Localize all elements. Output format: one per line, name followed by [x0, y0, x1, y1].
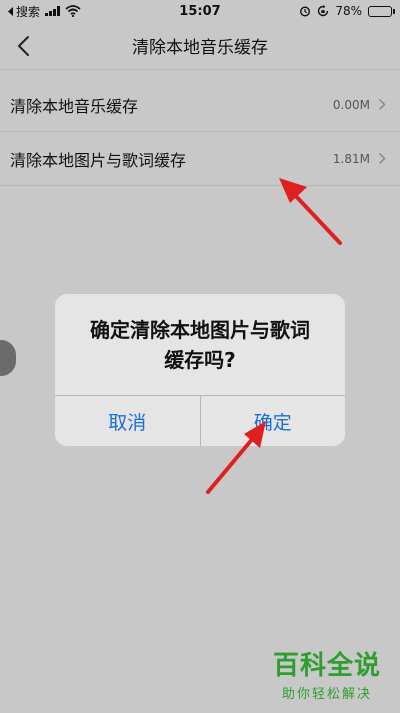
list-item-right: 0.00M — [333, 98, 386, 112]
list-item-right: 1.81M — [333, 152, 386, 166]
list-item-clear-music-cache[interactable]: 清除本地音乐缓存 0.00M — [0, 78, 400, 132]
status-time: 15:07 — [179, 3, 221, 19]
list-item-label: 清除本地音乐缓存 — [10, 96, 139, 116]
dialog-message-line2: 缓存吗? — [164, 347, 236, 372]
cache-size: 0.00M — [332, 97, 370, 112]
cache-settings-list: 清除本地音乐缓存 0.00M 清除本地图片与歌词缓存 1.81M — [0, 78, 400, 186]
dialog-message-line1: 确定清除本地图片与歌词 — [90, 317, 310, 342]
watermark-subtitle: 助你轻松解决 — [281, 686, 372, 702]
list-item-clear-image-lyrics-cache[interactable]: 清除本地图片与歌词缓存 1.81M — [0, 132, 400, 186]
cache-size: 1.81M — [332, 151, 370, 166]
chevron-right-icon — [378, 152, 386, 165]
cancel-button[interactable]: 取消 — [55, 396, 200, 446]
baike-watermark-logo: 百科全说 助你轻松解决 — [268, 645, 386, 707]
confirm-button[interactable]: 确定 — [199, 396, 346, 446]
arrow-to-image-cache-row — [279, 178, 342, 245]
list-item-label: 清除本地图片与歌词缓存 — [10, 150, 187, 170]
watermark-title: 百科全说 — [272, 650, 381, 681]
chevron-left-icon — [18, 36, 29, 56]
confirm-dialog: 确定清除本地图片与歌词 缓存吗? 取消 确定 — [55, 294, 345, 446]
dialog-buttons: 取消 确定 — [55, 396, 345, 446]
battery-icon — [368, 5, 395, 17]
back-button[interactable] — [10, 32, 36, 60]
status-bar: 搜索 15:07 78% — [0, 0, 400, 22]
page-title: 清除本地音乐缓存 — [132, 38, 268, 58]
dialog-message: 确定清除本地图片与歌词 缓存吗? — [55, 294, 345, 396]
nav-bar: 清除本地音乐缓存 — [0, 22, 400, 70]
chevron-right-icon — [378, 98, 386, 111]
floating-side-handle[interactable] — [0, 340, 16, 376]
